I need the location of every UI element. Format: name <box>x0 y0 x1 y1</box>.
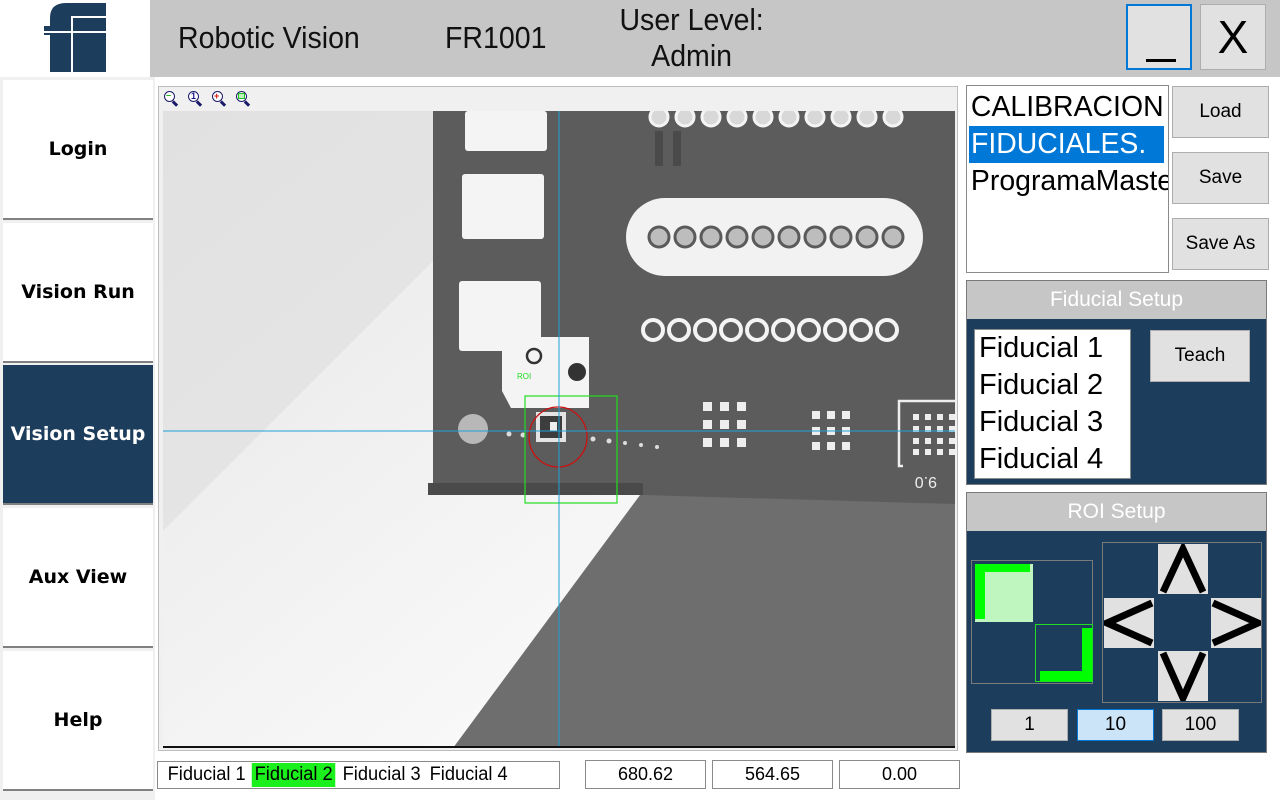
sidebar-item-label: Vision Setup <box>10 423 146 445</box>
sidebar-item-login[interactable]: Login <box>3 80 153 220</box>
machine-id: FR1001 <box>445 20 547 55</box>
program-item[interactable]: CALIBRACION <box>967 89 1164 126</box>
sidebar-item-vision-setup[interactable]: Vision Setup <box>3 365 153 505</box>
sidebar-nav: Login Vision Run Vision Setup Aux View H… <box>0 77 155 800</box>
corner-bottom-right-icon <box>1040 628 1092 681</box>
sidebar-item-label: Vision Run <box>21 281 135 303</box>
close-button[interactable]: X <box>1200 4 1266 70</box>
roi-resize-pad <box>971 560 1093 684</box>
fiducial-tab-1[interactable]: Fiducial 1 <box>165 763 249 787</box>
fiducial-setup-panel: Fiducial Setup Fiducial 1 Fiducial 2 Fid… <box>966 280 1267 485</box>
arrow-left-icon <box>1104 599 1154 647</box>
zoom-fit-button[interactable] <box>235 90 251 108</box>
fiducial-list-item[interactable]: Fiducial 2 <box>979 367 1130 404</box>
camera-image[interactable]: 9.0 ROI <box>163 111 955 748</box>
image-viewer: – 1 + 9.0 ROI <box>158 86 958 751</box>
zoom-toolbar: – 1 + <box>163 90 251 110</box>
move-right-button[interactable] <box>1211 598 1261 648</box>
move-left-button[interactable] <box>1104 598 1154 648</box>
fiducial-list-item[interactable]: Fiducial 4 <box>979 441 1130 478</box>
header-bar: Robotic Vision FR1001 User Level: Admin … <box>150 0 1280 77</box>
program-item-selected[interactable]: FIDUCIALES. <box>969 126 1165 163</box>
angle-readout: 0.00 <box>839 760 960 789</box>
user-level: User Level: Admin <box>618 2 765 74</box>
program-list[interactable]: CALIBRACION FIDUCIALES. ProgramaMaster <box>966 85 1169 273</box>
user-level-value: Admin <box>651 38 733 73</box>
roi-setup-panel: ROI Setup 1 10 100 <box>966 492 1267 753</box>
teach-button[interactable]: Teach <box>1150 330 1250 382</box>
sidebar-item-help[interactable]: Help <box>3 651 153 791</box>
roi-label: ROI <box>517 372 531 381</box>
logo-icon <box>44 3 106 72</box>
app-title: Robotic Vision <box>178 20 360 55</box>
company-logo <box>0 0 150 77</box>
step-1-button[interactable]: 1 <box>991 709 1068 741</box>
x-coordinate-readout: 680.62 <box>585 760 706 789</box>
zoom-in-button[interactable]: + <box>211 90 227 108</box>
zoom-actual-size-button[interactable]: 1 <box>187 90 203 108</box>
roi-top-left-corner-button[interactable] <box>975 564 1033 622</box>
save-button[interactable]: Save <box>1172 152 1269 204</box>
fiducial-setup-title: Fiducial Setup <box>967 281 1266 319</box>
program-item[interactable]: ProgramaMaster <box>967 163 1168 200</box>
roi-bottom-right-corner-button[interactable] <box>1035 624 1093 682</box>
fiducial-tab-4[interactable]: Fiducial 4 <box>427 763 511 787</box>
step-10-button[interactable]: 10 <box>1077 709 1154 741</box>
minimize-button[interactable] <box>1126 4 1192 70</box>
roi-setup-title: ROI Setup <box>967 493 1266 531</box>
zoom-out-button[interactable]: – <box>163 90 179 108</box>
move-down-button[interactable] <box>1158 651 1208 701</box>
move-up-button[interactable] <box>1158 544 1208 594</box>
fiducial-list-item[interactable]: Fiducial 1 <box>979 330 1130 367</box>
fiducial-tab-bar: Fiducial 1 Fiducial 2 Fiducial 3 Fiducia… <box>157 761 560 789</box>
sidebar-item-vision-run[interactable]: Vision Run <box>3 223 153 363</box>
sidebar-item-aux-view[interactable]: Aux View <box>3 508 153 648</box>
sidebar-item-label: Aux View <box>28 566 128 588</box>
fiducial-list-item[interactable]: Fiducial 3 <box>979 404 1130 441</box>
save-as-button[interactable]: Save As <box>1172 218 1269 270</box>
y-coordinate-readout: 564.65 <box>712 760 833 789</box>
corner-top-left-icon <box>975 564 1030 619</box>
board-marking: 9.0 <box>915 473 937 490</box>
sidebar-item-label: Help <box>53 709 103 731</box>
arrow-up-icon <box>1159 544 1207 594</box>
sidebar-item-label: Login <box>48 138 108 160</box>
fiducial-tab-3[interactable]: Fiducial 3 <box>339 763 423 787</box>
close-icon: X <box>1217 11 1249 63</box>
roi-move-pad <box>1102 542 1262 703</box>
step-100-button[interactable]: 100 <box>1162 709 1239 741</box>
fiducial-tab-2[interactable]: Fiducial 2 <box>252 763 336 787</box>
user-level-label: User Level: <box>619 2 764 37</box>
fiducial-list[interactable]: Fiducial 1 Fiducial 2 Fiducial 3 Fiducia… <box>974 329 1131 479</box>
load-button[interactable]: Load <box>1172 86 1269 138</box>
minimize-icon <box>1146 59 1176 62</box>
arrow-down-icon <box>1159 651 1207 701</box>
arrow-right-icon <box>1211 599 1261 647</box>
